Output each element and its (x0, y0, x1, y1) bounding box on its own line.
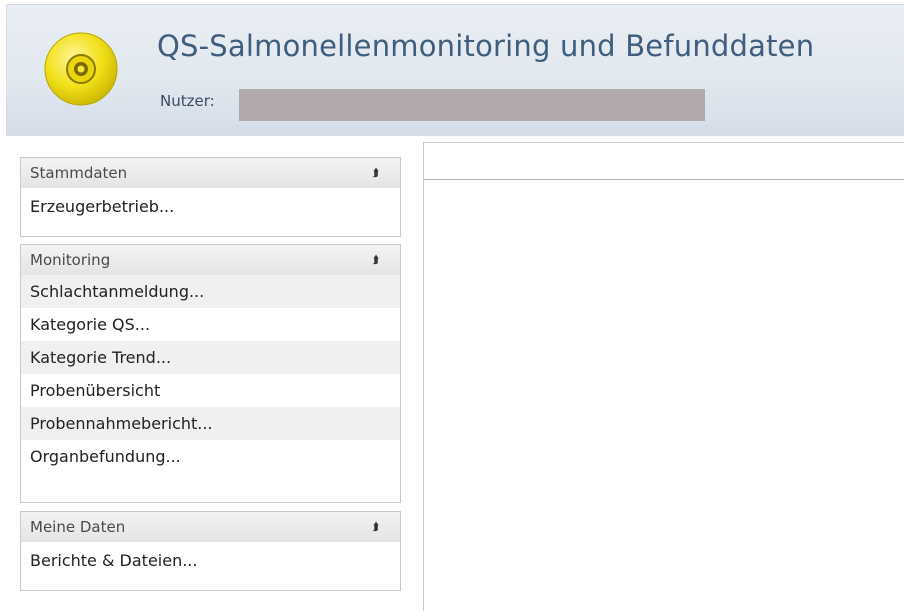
sidebar-item-berichte-dateien[interactable]: Berichte & Dateien... (21, 544, 400, 577)
sidebar-item-probenuebersicht[interactable]: Probenübersicht (21, 374, 400, 407)
panel-header-monitoring[interactable]: Monitoring ⮭ (21, 245, 400, 275)
user-label: Nutzer: (160, 92, 215, 110)
app-header: QS-Salmonellenmonitoring und Befunddaten… (6, 4, 904, 136)
panel-title: Meine Daten (30, 518, 126, 536)
sidebar-item-organbefundung[interactable]: Organbefundung... (21, 440, 400, 473)
sidebar-item-probennahmebericht[interactable]: Probennahmebericht... (21, 407, 400, 440)
sidebar-item-kategorie-trend[interactable]: Kategorie Trend... (21, 341, 400, 374)
panel-stammdaten: Stammdaten ⮭ Erzeugerbetrieb... (20, 157, 401, 237)
panel-header-stammdaten[interactable]: Stammdaten ⮭ (21, 158, 400, 188)
panel-monitoring: Monitoring ⮭ Schlachtanmeldung... Katego… (20, 244, 401, 503)
panel-title: Monitoring (30, 251, 111, 269)
page-title: QS-Salmonellenmonitoring und Befunddaten (157, 29, 815, 63)
sidebar-item-schlachtanmeldung[interactable]: Schlachtanmeldung... (21, 275, 400, 308)
content-divider (424, 179, 904, 180)
panel-meine-daten: Meine Daten ⮭ Berichte & Dateien... (20, 511, 401, 591)
logo-icon (43, 31, 119, 107)
sidebar-item-erzeugerbetrieb[interactable]: Erzeugerbetrieb... (21, 190, 400, 223)
panel-header-meine-daten[interactable]: Meine Daten ⮭ (21, 512, 400, 542)
double-chevron-up-icon[interactable]: ⮭ (370, 512, 382, 542)
double-chevron-up-icon[interactable]: ⮭ (370, 245, 382, 275)
panel-title: Stammdaten (30, 164, 128, 182)
double-chevron-up-icon[interactable]: ⮭ (370, 158, 382, 188)
user-name-redacted (239, 89, 705, 121)
main-content (423, 142, 904, 611)
sidebar-item-kategorie-qs[interactable]: Kategorie QS... (21, 308, 400, 341)
